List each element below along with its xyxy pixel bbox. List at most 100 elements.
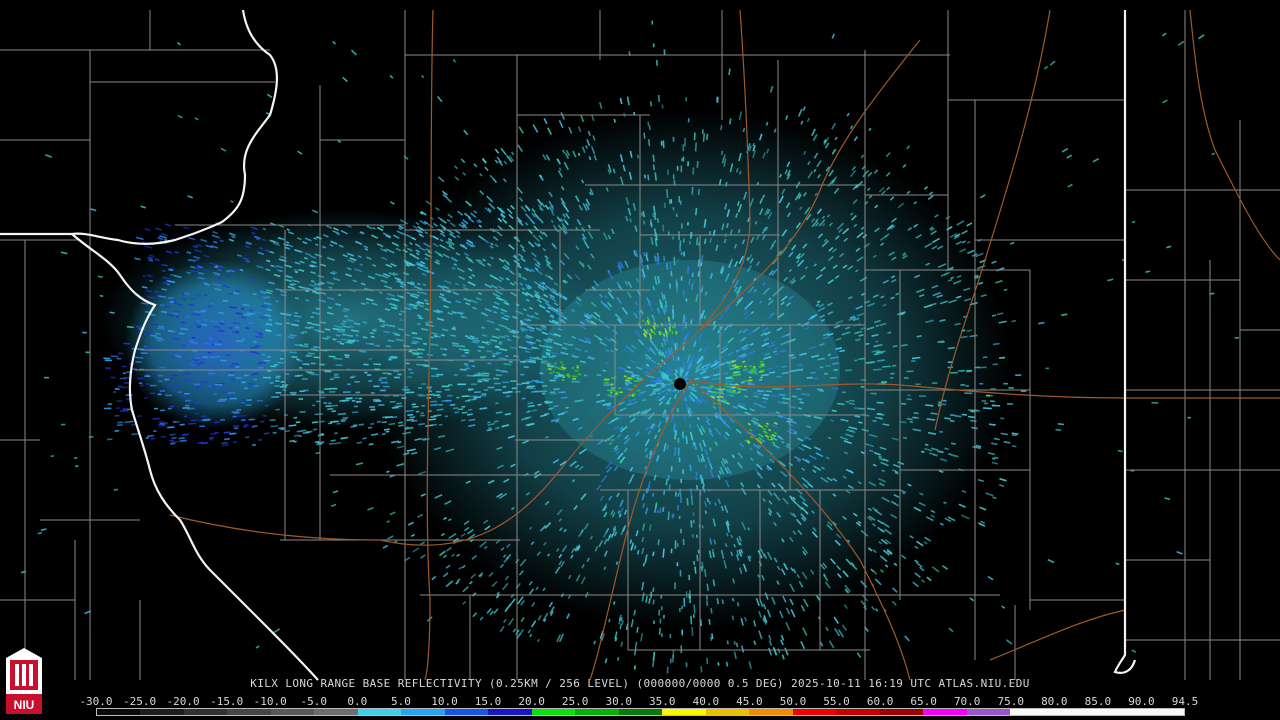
echo-return [398, 424, 404, 427]
echo-return [1161, 32, 1167, 37]
echo-return [873, 353, 879, 356]
echo-return [795, 368, 804, 372]
echo-return [777, 648, 781, 654]
echo-return [40, 528, 47, 532]
echo-return [356, 441, 363, 445]
echo-return [451, 553, 455, 558]
echo-return [636, 549, 640, 555]
echo-return [416, 363, 424, 366]
echo-return [479, 407, 488, 410]
colorbar-swatch [575, 709, 619, 715]
echo-return [464, 335, 469, 338]
echo-return [697, 188, 700, 195]
echo-return [305, 430, 313, 433]
echo-return [742, 368, 748, 371]
echo-return [316, 442, 323, 446]
echo-return [384, 416, 393, 419]
echo-return [154, 258, 160, 262]
echo-return [182, 298, 187, 301]
echo-return [705, 594, 709, 601]
echo-return [714, 391, 719, 395]
echo-return [174, 251, 179, 254]
echo-return [781, 397, 790, 400]
echo-return [423, 364, 430, 367]
echo-return [688, 278, 691, 285]
echo-return [741, 645, 745, 653]
echo-return [294, 319, 301, 322]
echo-return [417, 513, 424, 518]
echo-return [831, 409, 837, 413]
echo-return [187, 195, 193, 199]
echo-return [778, 393, 785, 396]
echo-return [991, 457, 996, 460]
echo-return [486, 350, 493, 353]
echo-return [181, 293, 185, 296]
echo-return [700, 458, 704, 463]
echo-return [900, 343, 908, 347]
echo-return [640, 212, 643, 217]
echo-return [762, 400, 768, 404]
echo-return [674, 343, 677, 351]
echo-return [350, 425, 357, 428]
echo-return [180, 327, 189, 331]
echo-return [222, 299, 229, 303]
echo-return [737, 388, 747, 391]
echo-return [255, 645, 260, 649]
echo-return [350, 49, 357, 56]
echo-return [374, 344, 380, 347]
echo-return [642, 220, 646, 225]
echo-return [960, 514, 970, 520]
echo-return [651, 492, 655, 497]
echo-return [689, 424, 692, 428]
echo-return [784, 647, 789, 656]
echo-return [173, 337, 180, 340]
echo-return [417, 356, 423, 359]
echo-return [545, 401, 553, 404]
echo-return [314, 440, 320, 444]
echo-return [950, 414, 956, 417]
echo-return [739, 542, 742, 546]
echo-return [735, 168, 739, 173]
echo-return [994, 456, 999, 459]
colorbar-label: 55.0 [823, 695, 850, 708]
echo-return [642, 252, 646, 257]
echo-return [463, 129, 469, 136]
echo-return [221, 442, 228, 445]
echo-return [341, 333, 347, 336]
echo-return [213, 325, 221, 329]
echo-return [388, 422, 396, 426]
echo-return [689, 464, 692, 472]
echo-return [800, 393, 810, 396]
echo-return [655, 59, 658, 66]
echo-return [800, 640, 806, 650]
echo-return [183, 226, 190, 230]
echo-return [948, 627, 954, 633]
echo-return [781, 654, 785, 660]
echo-return [312, 428, 318, 431]
echo-return [1198, 34, 1205, 40]
echo-return [457, 408, 464, 411]
echo-return [214, 421, 220, 424]
echo-return [1166, 245, 1172, 249]
echo-return [492, 352, 499, 356]
echo-return [409, 416, 416, 419]
colorbar-label: -15.0 [210, 695, 244, 708]
echo-return [765, 390, 773, 393]
echo-return [520, 600, 525, 606]
echo-return [210, 302, 215, 305]
echo-return [775, 365, 780, 368]
echo-return [232, 441, 238, 444]
echo-return [866, 407, 876, 411]
echo-return [1000, 432, 1009, 436]
echo-return [1001, 605, 1006, 609]
echo-return [202, 309, 208, 312]
echo-return [991, 404, 1001, 407]
echo-return [362, 336, 368, 339]
echo-return [182, 433, 189, 436]
echo-return [548, 355, 553, 359]
echo-return [213, 240, 218, 244]
echo-return [213, 343, 222, 346]
colorbar-swatch [1097, 709, 1141, 715]
echo-return [190, 341, 198, 344]
echo-return [412, 352, 420, 356]
